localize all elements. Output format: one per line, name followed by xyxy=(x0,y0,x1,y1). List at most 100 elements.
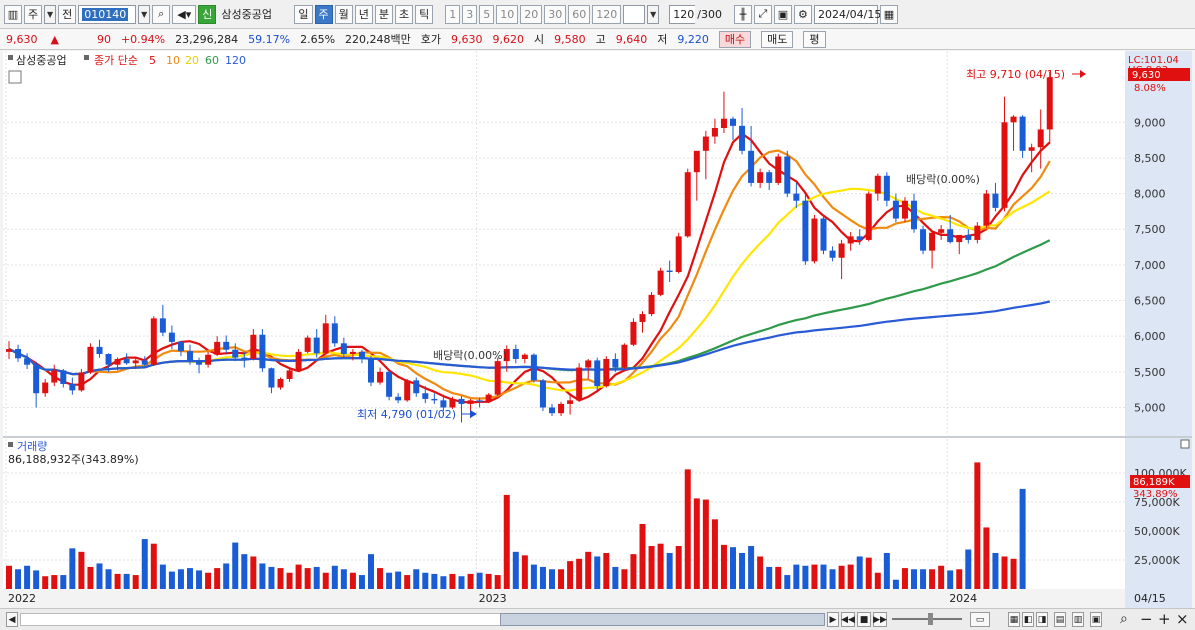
interval-20[interactable]: 20 xyxy=(520,4,543,24)
prev-button[interactable]: 전 xyxy=(58,4,77,24)
candle-body xyxy=(883,175,890,201)
candle-body xyxy=(720,118,727,128)
period-year[interactable]: 년 xyxy=(354,4,373,24)
volume-title: 거래량 xyxy=(17,440,47,453)
rewind-icon[interactable]: ◀◀ xyxy=(841,612,855,627)
period-tick[interactable]: 틱 xyxy=(415,4,434,24)
zoom-range-icon[interactable]: ▭ xyxy=(970,612,990,627)
save-icon[interactable]: ▣ xyxy=(773,4,792,24)
fast-forward-icon[interactable]: ▶▶ xyxy=(873,612,887,627)
interval-120[interactable]: 120 xyxy=(592,4,622,24)
interval-custom-input[interactable] xyxy=(623,4,646,24)
scroll-thumb[interactable] xyxy=(500,613,825,626)
scroll-right-icon[interactable]: ▶ xyxy=(827,612,839,627)
period-day[interactable]: 일 xyxy=(294,4,313,24)
candle-body xyxy=(938,229,945,233)
candle-body xyxy=(585,360,592,368)
speaker-icon[interactable]: ◀▾ xyxy=(172,4,197,24)
price-tick-label: 7,000 xyxy=(1134,259,1166,272)
zoom-slider[interactable] xyxy=(892,618,962,620)
new-badge[interactable]: 신 xyxy=(198,4,217,24)
close-icon[interactable]: × xyxy=(1176,610,1189,628)
search-icon[interactable]: ⌕ xyxy=(152,4,171,24)
interval-5[interactable]: 5 xyxy=(479,4,495,24)
candle-body xyxy=(422,393,429,399)
period-minute[interactable]: 분 xyxy=(374,4,393,24)
zoom-slider-handle[interactable] xyxy=(928,613,933,625)
volume-ratio: 59.17% xyxy=(248,32,291,46)
stock-chart[interactable]: 5,000 5,500 6,000 6,500 7,000 7,500 8,000 8,500… xyxy=(0,51,1195,608)
candle-body xyxy=(159,318,166,333)
low-label: 저 xyxy=(657,33,668,46)
sell-button[interactable]: 매도 xyxy=(761,30,794,48)
stock-code-dropdown-icon[interactable]: ▼ xyxy=(138,4,151,24)
interval-3[interactable]: 3 xyxy=(462,4,478,24)
fit-icon[interactable]: ▦ xyxy=(1008,612,1020,627)
candle-body xyxy=(793,193,800,201)
volume-bar xyxy=(847,564,854,589)
gear-icon[interactable]: ⚙ xyxy=(793,4,812,24)
interval-dropdown-icon[interactable]: ▼ xyxy=(647,4,660,24)
zoom-out-icon[interactable]: − xyxy=(1140,610,1153,628)
period-second[interactable]: 초 xyxy=(395,4,414,24)
chart-title: 삼성중공업 xyxy=(16,54,67,67)
candle-body xyxy=(33,364,40,394)
table-toggle-icon[interactable] xyxy=(8,70,22,84)
volume-close-icon[interactable] xyxy=(1180,439,1190,449)
interval-30[interactable]: 30 xyxy=(544,4,567,24)
candle-body xyxy=(549,407,555,414)
candle-body xyxy=(114,359,121,365)
volume-bar xyxy=(476,572,483,589)
fit-right-icon[interactable]: ◨ xyxy=(1036,612,1048,627)
period-month[interactable]: 월 xyxy=(334,4,353,24)
candle-body xyxy=(349,351,356,355)
date-input[interactable]: 2024/04/15 xyxy=(813,4,881,24)
calendar-icon[interactable]: ▦ xyxy=(879,4,898,24)
interval-10[interactable]: 10 xyxy=(496,4,519,24)
market-select[interactable]: 주 xyxy=(24,4,43,24)
interval-60[interactable]: 60 xyxy=(568,4,591,24)
candle-body xyxy=(150,318,157,365)
candle-body xyxy=(223,341,230,350)
candle-body xyxy=(60,370,67,384)
count-input[interactable]: 120 xyxy=(669,4,696,24)
scroll-left-icon[interactable]: ◀ xyxy=(6,612,18,627)
fit-left-icon[interactable]: ◧ xyxy=(1022,612,1034,627)
candle-type-icon[interactable]: ╫ xyxy=(733,4,752,24)
chart-menu-icon[interactable]: ▥ xyxy=(4,4,22,24)
high-label: 고 xyxy=(595,33,606,46)
candle-body xyxy=(358,351,365,359)
market-dropdown-icon[interactable]: ▼ xyxy=(44,4,57,24)
buy-button[interactable]: 매수 xyxy=(718,30,752,48)
volume-bar xyxy=(929,569,936,589)
volume-bar xyxy=(449,573,456,589)
volume-bar xyxy=(666,552,673,589)
volume-bar xyxy=(521,555,528,589)
volume-bar xyxy=(78,551,85,589)
stop-icon[interactable]: ■ xyxy=(857,612,871,627)
stock-code-input[interactable]: 010140 xyxy=(78,4,137,24)
candle-body xyxy=(51,370,58,383)
volume-bar xyxy=(485,573,492,589)
zoom-in-icon[interactable]: + xyxy=(1158,610,1171,628)
volume-bar xyxy=(187,568,193,589)
period-week[interactable]: 주 xyxy=(314,4,333,24)
volume-bar xyxy=(123,573,130,589)
layout-icon[interactable]: ▥ xyxy=(1072,612,1084,627)
interval-1[interactable]: 1 xyxy=(445,4,461,24)
candle-body xyxy=(476,400,483,402)
panel-icon[interactable]: ▣ xyxy=(1090,612,1102,627)
volume-bar xyxy=(277,568,284,589)
bottom-scrollbar: ◀ ▶ ◀◀ ■ ▶▶ ▭ ▦ ◧ ◨ ▤ ▥ ▣ ⌕ − + × xyxy=(0,608,1195,630)
zoom-search-icon[interactable]: ⌕ xyxy=(1120,611,1128,627)
grid-icon[interactable]: ▤ xyxy=(1054,612,1066,627)
eval-button[interactable]: 평 xyxy=(803,30,826,48)
candle-body xyxy=(657,270,664,295)
candle-body xyxy=(702,136,709,151)
volume-bar xyxy=(1019,488,1026,589)
candle-body xyxy=(42,382,49,394)
line-tool-icon[interactable]: ⤢ xyxy=(753,4,772,24)
ma-legend-120: 120 xyxy=(225,54,246,67)
candle-body xyxy=(141,360,148,365)
candle-body xyxy=(485,394,492,402)
